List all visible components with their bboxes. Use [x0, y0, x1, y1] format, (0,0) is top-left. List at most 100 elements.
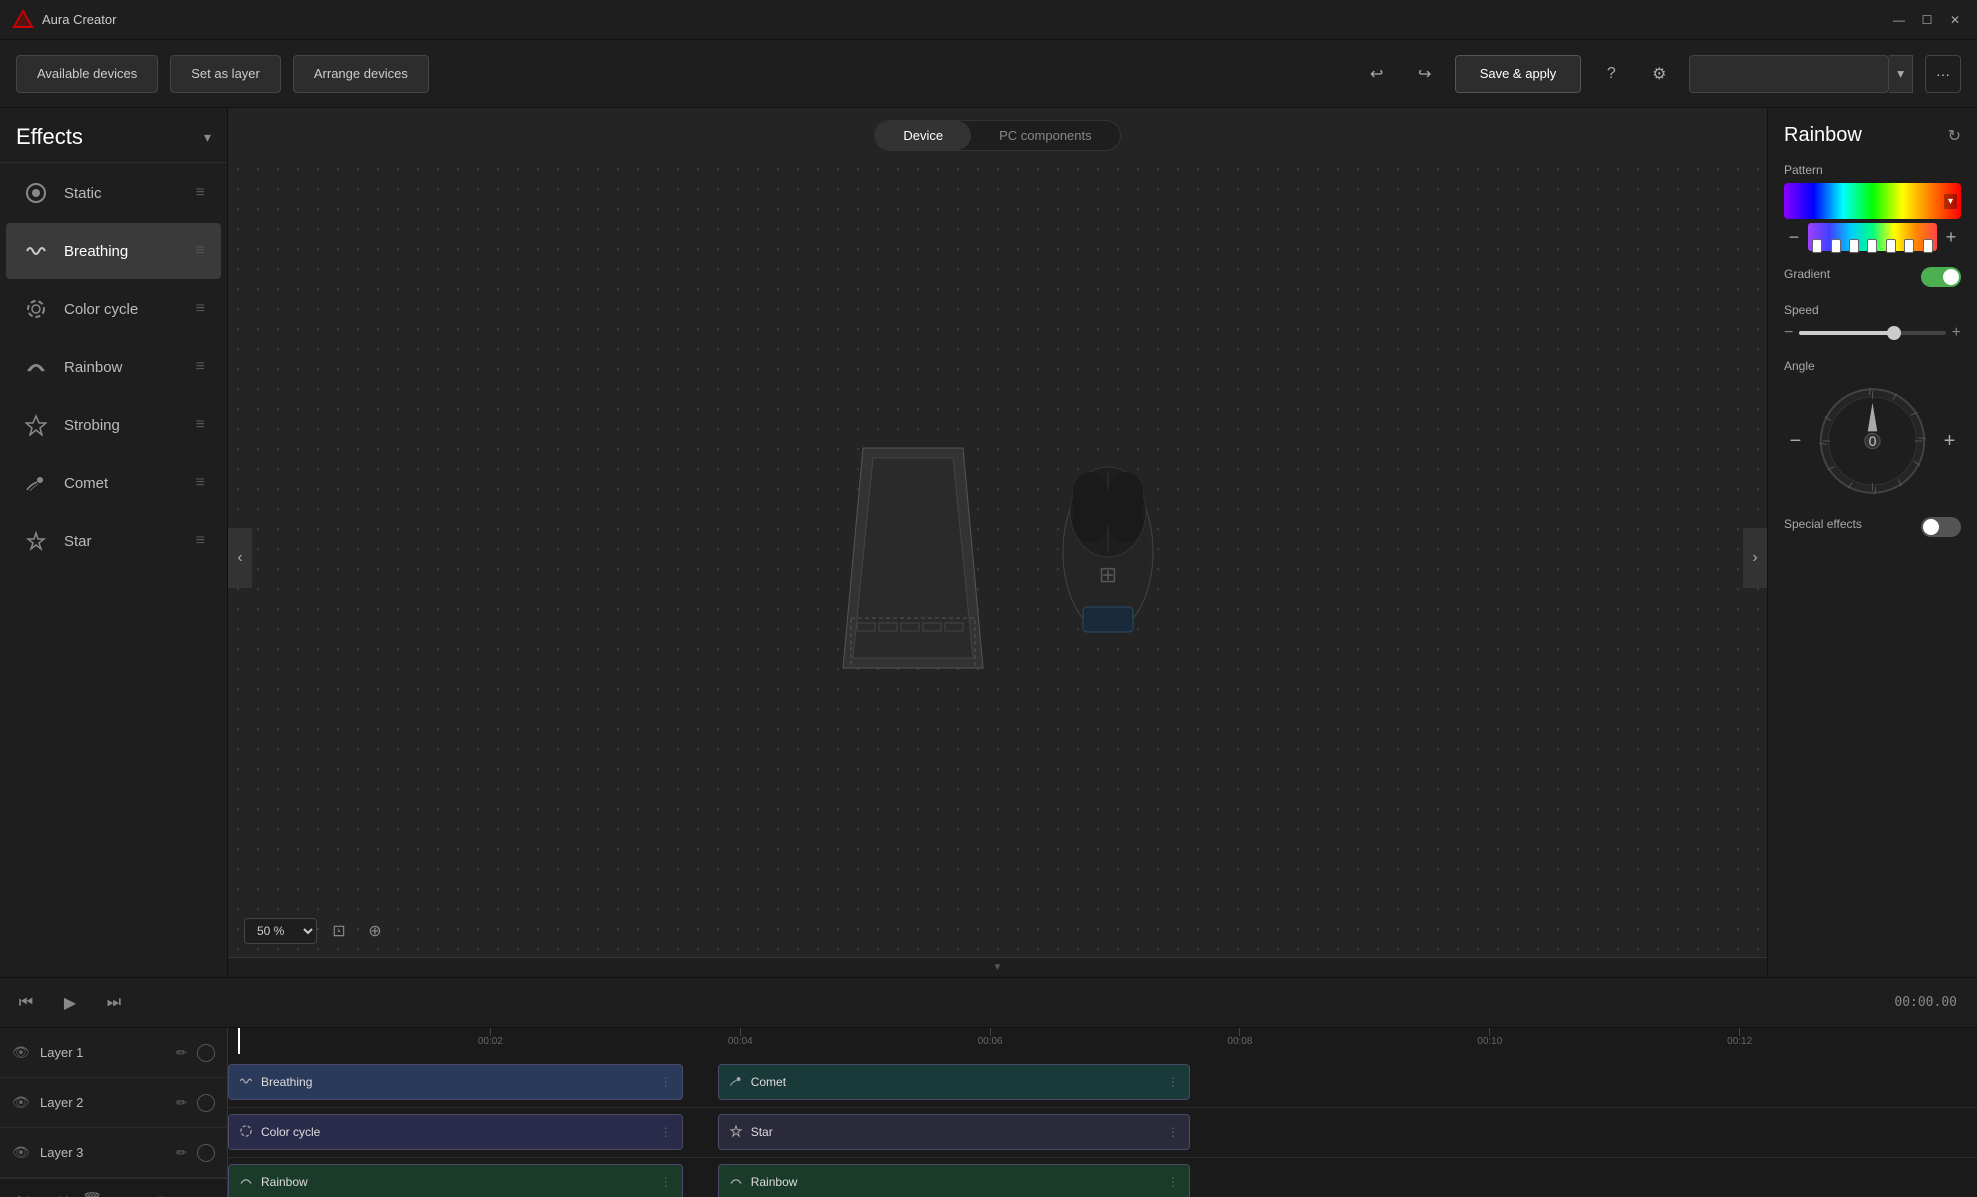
clip-2-1[interactable]: Rainbow ⋮ [718, 1164, 1190, 1197]
playhead[interactable] [238, 1028, 240, 1054]
search-input[interactable] [1689, 55, 1889, 93]
clip-2-0[interactable]: Rainbow ⋮ [228, 1164, 683, 1197]
speed-minus-icon[interactable]: − [1784, 324, 1793, 342]
special-effects-toggle[interactable] [1921, 517, 1961, 537]
effect-item-color_cycle[interactable]: Color cycle ≡ [6, 281, 221, 337]
color-stop-5[interactable] [1886, 239, 1896, 253]
device-stand-svg [833, 438, 993, 678]
effects-collapse-icon[interactable]: ▾ [204, 129, 211, 146]
tl-play-button[interactable]: ▶ [56, 989, 84, 1017]
zoom-select[interactable]: 25 % 50 % 75 % 100 % [244, 918, 317, 944]
special-effects-label: Special effects [1784, 517, 1862, 531]
effect-item-static[interactable]: Static ≡ [6, 165, 221, 221]
effect-item-comet[interactable]: Comet ≡ [6, 455, 221, 511]
gradient-label: Gradient [1784, 267, 1830, 281]
target-button[interactable]: ⊕ [361, 917, 389, 945]
set-as-layer-button[interactable]: Set as layer [170, 55, 281, 93]
panel-refresh-icon[interactable]: ↻ [1948, 126, 1961, 146]
settings-button[interactable]: ⚙ [1641, 56, 1677, 92]
gradient-toggle[interactable] [1921, 267, 1961, 287]
clip-0-1[interactable]: Comet ⋮ [718, 1064, 1190, 1100]
clip-handle-0-1[interactable]: ⋮ [1167, 1075, 1179, 1089]
fit-canvas-button[interactable]: ⊡ [325, 917, 353, 945]
ruler-label-0: 00:02 [478, 1036, 503, 1047]
search-dropdown-button[interactable]: ▾ [1889, 55, 1913, 93]
layer-edit-0[interactable]: ✏ [176, 1045, 187, 1061]
layer-visibility-0[interactable]: 👁 [12, 1044, 30, 1061]
color-stop-1[interactable] [1812, 239, 1822, 253]
ruler-label-1: 00:04 [728, 1036, 753, 1047]
canvas-collapse-handle[interactable]: ▼ [228, 957, 1767, 977]
effect-item-rainbow[interactable]: Rainbow ≡ [6, 339, 221, 395]
clip-handle-1-1[interactable]: ⋮ [1167, 1125, 1179, 1139]
volume-middle-icon[interactable]: ▾ [156, 1190, 165, 1197]
effect-icon-rainbow [22, 353, 50, 381]
speed-slider-thumb[interactable] [1887, 326, 1901, 340]
color-stop-plus-button[interactable]: + [1941, 227, 1961, 247]
delete-layer-button[interactable]: 🗑 [82, 1191, 102, 1197]
main-toolbar: Available devices Set as layer Arrange d… [0, 40, 1977, 108]
available-devices-button[interactable]: Available devices [16, 55, 158, 93]
minimize-button[interactable]: — [1889, 10, 1909, 30]
undo-button[interactable]: ↩ [1359, 56, 1395, 92]
effect-name-rainbow: Rainbow [64, 359, 182, 376]
effect-item-breathing[interactable]: Breathing ≡ [6, 223, 221, 279]
volume-up-icon[interactable]: ▸ [135, 1190, 144, 1197]
color-stop-3[interactable] [1849, 239, 1859, 253]
more-button[interactable]: ··· [1925, 55, 1961, 93]
help-button[interactable]: ? [1593, 56, 1629, 92]
color-stop-7[interactable] [1923, 239, 1933, 253]
arrange-devices-button[interactable]: Arrange devices [293, 55, 429, 93]
layer-edit-2[interactable]: ✏ [176, 1145, 187, 1161]
layer-circle-1[interactable] [197, 1094, 215, 1112]
color-stop-2[interactable] [1831, 239, 1841, 253]
gradient-dropdown-button[interactable]: ▾ [1944, 194, 1957, 209]
clip-handle-2-1[interactable]: ⋮ [1167, 1175, 1179, 1189]
color-stop-6[interactable] [1904, 239, 1914, 253]
clip-handle-0-0[interactable]: ⋮ [660, 1075, 672, 1089]
clip-0-0[interactable]: Breathing ⋮ [228, 1064, 683, 1100]
svg-text:⊞: ⊞ [1098, 562, 1116, 587]
effect-item-star[interactable]: Star ≡ [6, 513, 221, 569]
tl-forward-button[interactable]: ⏭ [100, 989, 128, 1017]
angle-plus-button[interactable]: + [1938, 429, 1961, 453]
effect-icon-static [22, 179, 50, 207]
tab-device[interactable]: Device [875, 121, 971, 150]
save-apply-button[interactable]: Save & apply [1455, 55, 1582, 93]
clip-icon-0-0 [239, 1074, 253, 1091]
timeline-layers-panel: 👁 Layer 1 ✏ 👁 Layer 2 ✏ 👁 Layer 3 ✏ 3 La… [0, 1028, 228, 1197]
clip-handle-2-0[interactable]: ⋮ [660, 1175, 672, 1189]
tab-pc-components[interactable]: PC components [971, 121, 1120, 150]
speed-plus-icon[interactable]: + [1952, 324, 1961, 342]
speed-slider-track[interactable] [1799, 331, 1945, 335]
effects-list: Static ≡ Breathing ≡ Color cycle ≡ Rainb… [0, 163, 227, 571]
layer-circle-2[interactable] [197, 1144, 215, 1162]
layer-visibility-1[interactable]: 👁 [12, 1094, 30, 1111]
close-button[interactable]: ✕ [1945, 10, 1965, 30]
clip-label-0-0: Breathing [261, 1075, 312, 1089]
pattern-gradient-bar[interactable]: ▾ [1784, 183, 1961, 219]
color-stop-minus-button[interactable]: − [1784, 227, 1804, 247]
layer-row-0: 👁 Layer 1 ✏ [0, 1028, 227, 1078]
layer-edit-1[interactable]: ✏ [176, 1095, 187, 1111]
canvas-nav-left[interactable]: ‹ [228, 528, 252, 588]
effect-item-strobing[interactable]: Strobing ≡ [6, 397, 221, 453]
clip-handle-1-0[interactable]: ⋮ [660, 1125, 672, 1139]
redo-button[interactable]: ↪ [1407, 56, 1443, 92]
layer-circle-0[interactable] [197, 1044, 215, 1062]
clip-1-0[interactable]: Color cycle ⋮ [228, 1114, 683, 1150]
effects-sidebar: Effects ▾ Static ≡ Breathing ≡ Color cyc… [0, 108, 228, 977]
color-stop-4[interactable] [1867, 239, 1877, 253]
ruler-tick-5 [1739, 1028, 1740, 1036]
tl-rewind-button[interactable]: ⏮ [12, 989, 40, 1017]
angle-value: 0 [1869, 433, 1877, 449]
maximize-button[interactable]: ☐ [1917, 10, 1937, 30]
pattern-label: Pattern [1784, 163, 1961, 177]
clip-1-1[interactable]: Star ⋮ [718, 1114, 1190, 1150]
volume-down-icon[interactable]: ◂ [114, 1190, 123, 1197]
canvas-nav-right[interactable]: › [1743, 528, 1767, 588]
layer-visibility-2[interactable]: 👁 [12, 1144, 30, 1161]
angle-minus-button[interactable]: − [1784, 429, 1807, 453]
angle-dial[interactable]: 0 [1815, 381, 1930, 501]
ruler-tick-0 [490, 1028, 491, 1036]
